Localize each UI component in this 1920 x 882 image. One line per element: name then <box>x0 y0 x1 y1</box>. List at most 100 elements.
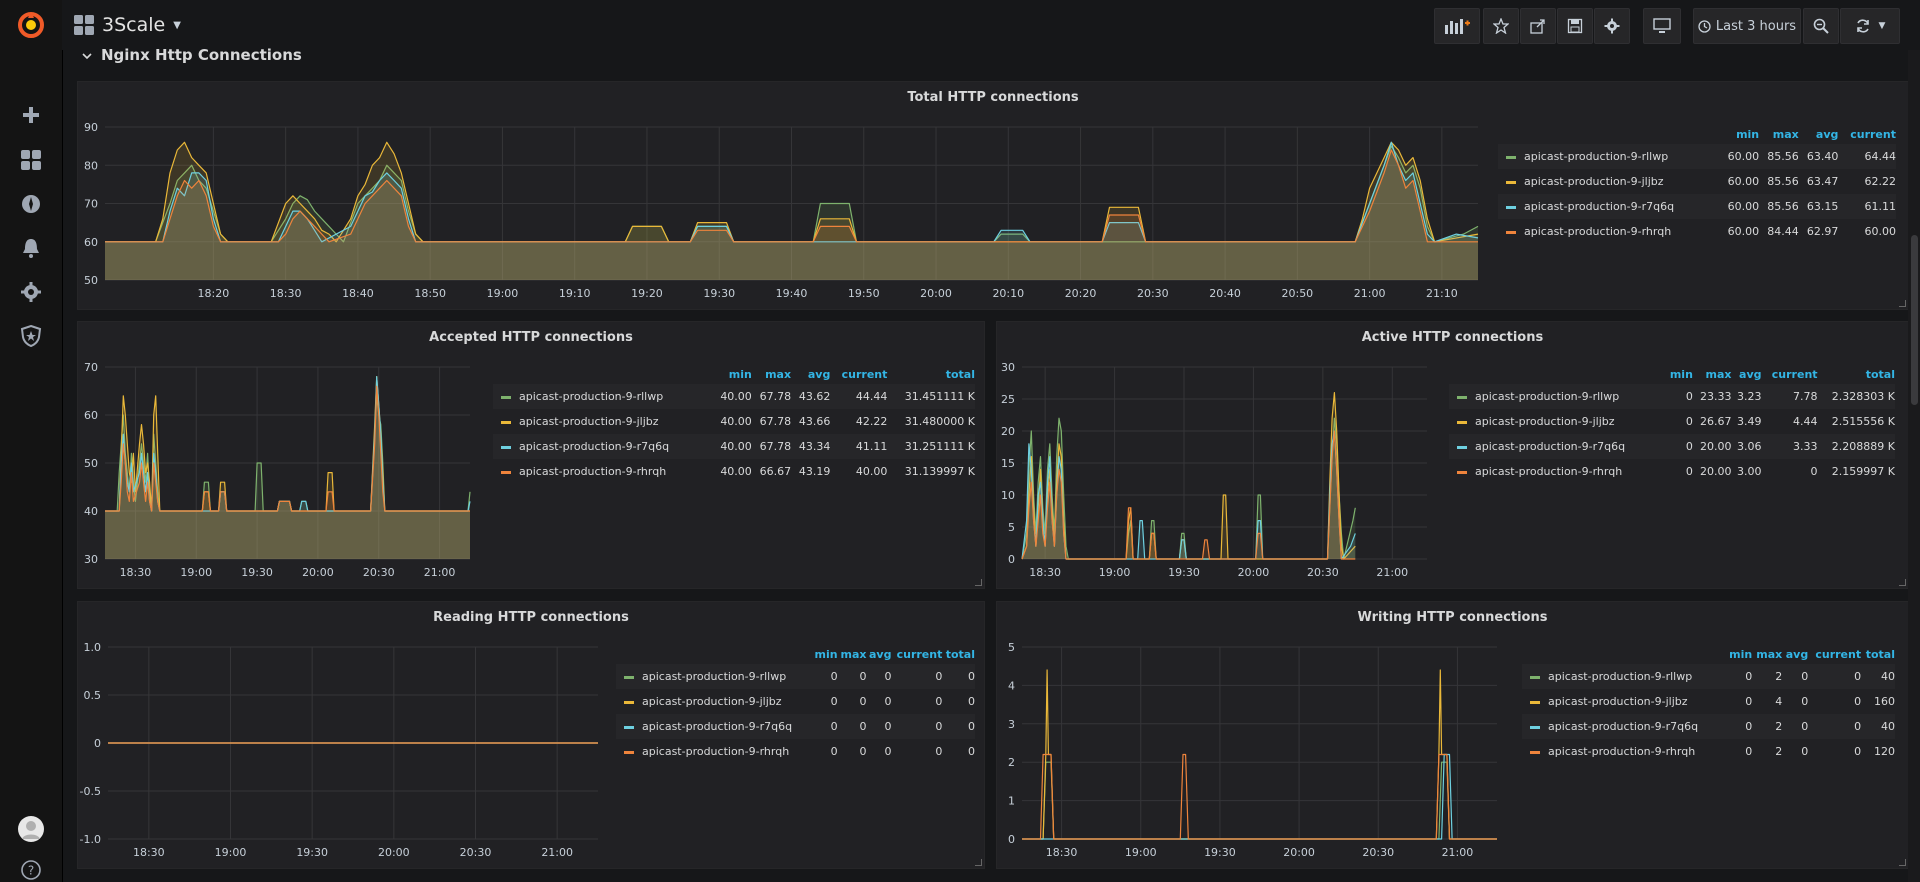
legend-row[interactable]: apicast-production-9-rllwp 0 0 0 0 0 <box>616 664 975 689</box>
series-name[interactable]: apicast-production-9-rhrqh <box>519 465 666 478</box>
dashboard-picker[interactable]: 3Scale ▼ <box>74 14 181 36</box>
legend-header-max[interactable]: max <box>1759 124 1799 144</box>
legend-row[interactable]: apicast-production-9-rllwp 0 2 0 0 40 <box>1522 664 1895 689</box>
series-color-swatch[interactable] <box>1506 205 1516 209</box>
page-scrollbar[interactable] <box>1908 50 1920 882</box>
total-http-connections-chart[interactable]: 18:20 18:30 18:40 18:50 19:00 19:10 19:20 19:30… <box>78 82 1498 309</box>
series-name[interactable]: apicast-production-9-rllwp <box>1475 390 1619 403</box>
legend-header-avg[interactable]: avg <box>1782 644 1808 664</box>
user-avatar-icon[interactable] <box>16 814 46 844</box>
refresh-interval-icon[interactable]: ▼ <box>1879 21 1886 31</box>
legend-header-min[interactable]: min <box>1726 644 1752 664</box>
series-line[interactable] <box>105 376 471 512</box>
series-line[interactable] <box>1021 392 1356 560</box>
series-color-swatch[interactable] <box>1506 230 1516 234</box>
row-title[interactable]: Nginx Http Connections <box>101 46 302 64</box>
series-line[interactable] <box>1022 669 1497 840</box>
legend-header-max[interactable]: max <box>752 364 791 384</box>
legend-row[interactable]: apicast-production-9-rllwp 0 23.33 3.23 7.78… <box>1449 384 1895 409</box>
legend-header-current[interactable]: current <box>830 364 888 384</box>
grafana-logo-icon[interactable] <box>16 10 46 40</box>
series-name[interactable]: apicast-production-9-jljbz <box>1524 175 1664 188</box>
series-color-swatch[interactable] <box>1457 395 1467 399</box>
legend-header-total[interactable]: total <box>942 644 975 664</box>
dashboards-icon[interactable] <box>16 145 46 175</box>
legend-row[interactable]: apicast-production-9-r7q6q 40.00 67.78 43.3… <box>493 434 975 459</box>
series-color-swatch[interactable] <box>501 470 511 474</box>
series-color-swatch[interactable] <box>1506 155 1516 159</box>
legend-header-max[interactable]: max <box>1752 644 1782 664</box>
active-http-connections-chart[interactable]: 18:30 19:00 19:30 20:00 20:30 21:00 0 5 10 15 20 25… <box>997 322 1437 588</box>
series-name[interactable]: apicast-production-9-rllwp <box>1524 150 1668 163</box>
help-icon[interactable]: ? <box>16 858 46 882</box>
refresh-button[interactable]: ▼ <box>1840 8 1900 44</box>
legend-row[interactable]: apicast-production-9-r7q6q 0 0 0 0 0 <box>616 714 975 739</box>
legend-header-avg[interactable]: avg <box>866 644 891 664</box>
resize-handle-icon[interactable] <box>1899 300 1906 307</box>
legend-header-current[interactable]: current <box>1838 124 1896 144</box>
star-button[interactable] <box>1483 8 1519 44</box>
series-color-swatch[interactable] <box>1530 675 1540 679</box>
save-button[interactable] <box>1557 8 1593 44</box>
legend-header-min[interactable]: min <box>713 364 752 384</box>
resize-handle-icon[interactable] <box>975 859 982 866</box>
legend-row[interactable]: apicast-production-9-jljbz 40.00 67.78 43.6… <box>493 409 975 434</box>
series-line[interactable] <box>1022 753 1497 840</box>
series-color-swatch[interactable] <box>1530 750 1540 754</box>
series-color-swatch[interactable] <box>501 395 511 399</box>
legend-row[interactable]: apicast-production-9-jljbz 0 0 0 0 0 <box>616 689 975 714</box>
explore-icon[interactable] <box>16 189 46 219</box>
legend-row[interactable]: apicast-production-9-jljbz 0 26.67 3.49 4.44… <box>1449 409 1895 434</box>
add-panel-button[interactable] <box>1434 8 1480 44</box>
series-color-swatch[interactable] <box>624 700 634 704</box>
legend-header-max[interactable]: max <box>838 644 867 664</box>
legend-row[interactable]: apicast-production-9-r7q6q 0 2 0 0 40 <box>1522 714 1895 739</box>
legend-row[interactable]: apicast-production-9-rllwp 40.00 67.78 43.6… <box>493 384 975 409</box>
series-color-swatch[interactable] <box>1506 180 1516 184</box>
series-name[interactable]: apicast-production-9-rhrqh <box>642 745 789 758</box>
alerting-icon[interactable] <box>16 233 46 263</box>
settings-button[interactable] <box>1594 8 1630 44</box>
series-name[interactable]: apicast-production-9-r7q6q <box>1475 440 1625 453</box>
legend-header-total[interactable]: total <box>1818 364 1895 384</box>
series-color-swatch[interactable] <box>624 675 634 679</box>
series-name[interactable]: apicast-production-9-rhrqh <box>1548 745 1695 758</box>
accepted-http-connections-chart[interactable]: 18:30 19:00 19:30 20:00 20:30 21:00 30 40 50 60 70 <box>78 322 478 588</box>
series-name[interactable]: apicast-production-9-r7q6q <box>519 440 669 453</box>
legend-row[interactable]: apicast-production-9-rhrqh 40.00 66.67 43.1… <box>493 459 975 484</box>
series-name[interactable]: apicast-production-9-rhrqh <box>1524 225 1671 238</box>
legend-header-total[interactable]: total <box>1861 644 1895 664</box>
series-line[interactable] <box>1021 417 1356 560</box>
plus-icon[interactable] <box>16 100 46 130</box>
legend-header-avg[interactable]: avg <box>1732 364 1761 384</box>
writing-http-connections-chart[interactable]: 18:30 19:00 19:30 20:00 20:30 21:00 0 1 2 3 4 5 <box>997 602 1507 868</box>
series-name[interactable]: apicast-production-9-r7q6q <box>1524 200 1674 213</box>
series-name[interactable]: apicast-production-9-rllwp <box>642 670 786 683</box>
legend-row[interactable]: apicast-production-9-rhrqh 0 2 0 0 120 <box>1522 739 1895 764</box>
series-name[interactable]: apicast-production-9-jljbz <box>1548 695 1688 708</box>
resize-handle-icon[interactable] <box>1899 859 1906 866</box>
series-name[interactable]: apicast-production-9-rllwp <box>519 390 663 403</box>
series-color-swatch[interactable] <box>1530 700 1540 704</box>
time-picker-button[interactable]: Last 3 hours <box>1693 8 1801 44</box>
series-name[interactable]: apicast-production-9-jljbz <box>642 695 782 708</box>
legend-row[interactable]: apicast-production-9-rhrqh 0 0 0 0 0 <box>616 739 975 764</box>
scrollbar-thumb[interactable] <box>1911 235 1918 405</box>
series-color-swatch[interactable] <box>1457 470 1467 474</box>
legend-header-min[interactable]: min <box>1665 364 1693 384</box>
legend-row[interactable]: apicast-production-9-rllwp 60.00 85.56 63.4… <box>1498 144 1896 169</box>
shield-icon[interactable] <box>16 321 46 351</box>
legend-row[interactable]: apicast-production-9-rhrqh 60.00 84.44 62.9… <box>1498 219 1896 244</box>
series-color-swatch[interactable] <box>624 750 634 754</box>
legend-header-total[interactable]: total <box>887 364 975 384</box>
series-name[interactable]: apicast-production-9-jljbz <box>1475 415 1615 428</box>
series-name[interactable]: apicast-production-9-jljbz <box>519 415 659 428</box>
series-color-swatch[interactable] <box>501 420 511 424</box>
legend-header-current[interactable]: current <box>1762 364 1818 384</box>
legend-header-avg[interactable]: avg <box>791 364 830 384</box>
series-name[interactable]: apicast-production-9-r7q6q <box>1548 720 1698 733</box>
legend-row[interactable]: apicast-production-9-rhrqh 0 20.00 3.00 0 2.1… <box>1449 459 1895 484</box>
legend-row[interactable]: apicast-production-9-r7q6q 60.00 85.56 63.1… <box>1498 194 1896 219</box>
resize-handle-icon[interactable] <box>1899 579 1906 586</box>
row-collapse-chevron-icon[interactable] <box>82 52 92 60</box>
